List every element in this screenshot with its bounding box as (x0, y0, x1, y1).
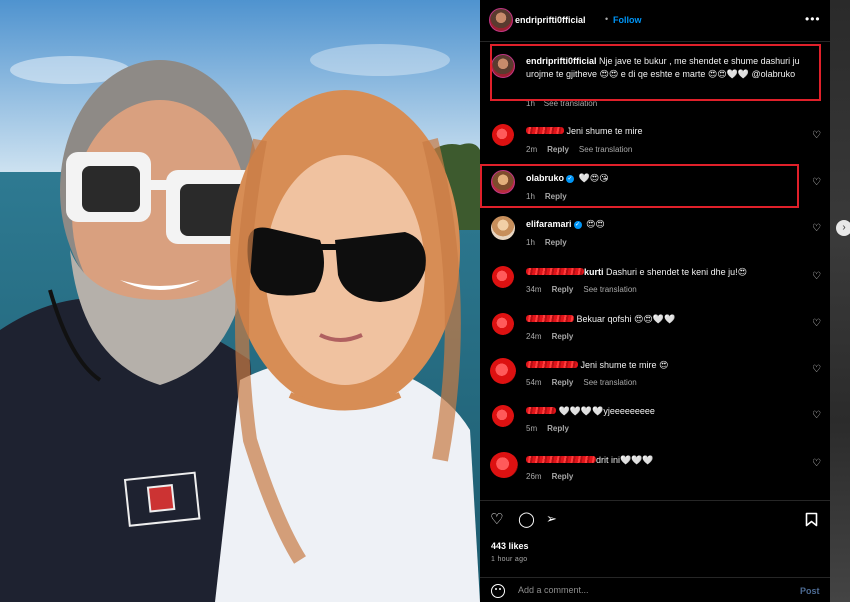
comments-panel: endriprifti0fficial • Follow ••• endripr… (480, 0, 830, 602)
separator-dot: • (605, 14, 609, 24)
comment-text: 🤍🤍🤍 (620, 455, 654, 465)
reply-button[interactable]: Reply (547, 145, 569, 154)
comment-text: Jeni shume te mire (566, 126, 643, 136)
comment-username[interactable]: drit ini (596, 455, 620, 465)
next-post-arrow-icon[interactable]: › (836, 220, 850, 236)
reply-button[interactable]: Reply (552, 285, 574, 294)
redacted-username (526, 268, 584, 275)
comment-time: 26m (526, 472, 542, 481)
reply-button[interactable]: Reply (552, 378, 574, 387)
redacted-username (526, 456, 596, 463)
verified-badge-icon: ✓ (573, 221, 582, 229)
like-comment-heart-icon[interactable]: ♡ (812, 177, 821, 188)
commenter-avatar[interactable] (492, 124, 514, 146)
background-page-edge (830, 0, 850, 602)
post-time-ago: 1 hour ago (491, 556, 528, 563)
redacted-username (526, 407, 556, 414)
like-comment-heart-icon[interactable]: ♡ (812, 223, 821, 234)
like-comment-heart-icon[interactable]: ♡ (812, 130, 821, 141)
emoji-icon[interactable] (491, 584, 505, 598)
bookmark-icon[interactable] (805, 512, 818, 527)
reply-button[interactable]: Reply (552, 472, 574, 481)
redacted-username (526, 127, 564, 134)
see-translation-link[interactable]: See translation (583, 378, 636, 387)
highlight-box-caption (490, 44, 821, 101)
comment-username[interactable]: elifaramari (526, 219, 572, 229)
selfie-illustration (0, 0, 480, 602)
comment-text: Jeni shume te mire 😍 (580, 360, 669, 370)
owner-username[interactable]: endriprifti0fficial (515, 15, 586, 25)
commenter-avatar[interactable] (491, 216, 515, 240)
reply-button[interactable]: Reply (552, 332, 574, 341)
commenter-avatar[interactable] (492, 405, 514, 427)
follow-button[interactable]: Follow (613, 15, 642, 25)
post-actions: ♡ ◯ ➢ 443 likes 1 hour ago Post (480, 500, 830, 600)
comment-time: 2m (526, 145, 538, 154)
like-comment-heart-icon[interactable]: ♡ (812, 318, 821, 329)
highlight-box-olabruko (480, 164, 799, 208)
like-comment-heart-icon[interactable]: ♡ (812, 271, 821, 282)
comment-time: 34m (526, 285, 542, 294)
comment-time: 24m (526, 332, 542, 341)
like-comment-heart-icon[interactable]: ♡ (812, 364, 821, 375)
commenter-avatar[interactable] (490, 358, 516, 384)
post-photo[interactable] (0, 0, 480, 602)
likes-count[interactable]: 443 likes (491, 541, 529, 551)
reply-button[interactable]: Reply (547, 424, 569, 433)
see-translation-link[interactable]: See translation (583, 285, 636, 294)
share-icon[interactable]: ➢ (546, 511, 557, 527)
owner-avatar[interactable] (489, 8, 513, 32)
redacted-username (526, 361, 578, 368)
redacted-username (526, 315, 574, 322)
heart-icon[interactable]: ♡ (490, 510, 503, 528)
comment-icon[interactable]: ◯ (518, 510, 535, 528)
like-comment-heart-icon[interactable]: ♡ (812, 410, 821, 421)
comment-text: 😍😍 (586, 219, 605, 229)
comment-text: Dashuri e shendet te keni dhe ju!😍 (606, 267, 747, 277)
comment-time: 1h (526, 238, 535, 247)
post-header: endriprifti0fficial • Follow ••• (480, 0, 830, 42)
see-translation-link[interactable]: See translation (579, 145, 632, 154)
commenter-avatar[interactable] (492, 313, 514, 335)
post-comment-button[interactable]: Post (800, 586, 820, 596)
more-options-icon[interactable]: ••• (805, 12, 821, 26)
comment-text: Bekuar qofshi 😍😍🤍🤍 (576, 314, 676, 324)
commenter-avatar[interactable] (492, 266, 514, 288)
comment-text: 🤍🤍🤍🤍yjeeeeeeeee (558, 406, 655, 416)
comment-time: 5m (526, 424, 538, 433)
reply-button[interactable]: Reply (545, 238, 567, 247)
commenter-avatar[interactable] (490, 452, 518, 478)
comment-username[interactable]: kurti (584, 267, 604, 277)
comment-time: 54m (526, 378, 542, 387)
like-comment-heart-icon[interactable]: ♡ (812, 458, 821, 469)
add-comment-input[interactable] (518, 585, 768, 595)
add-comment-row: Post (480, 577, 830, 602)
